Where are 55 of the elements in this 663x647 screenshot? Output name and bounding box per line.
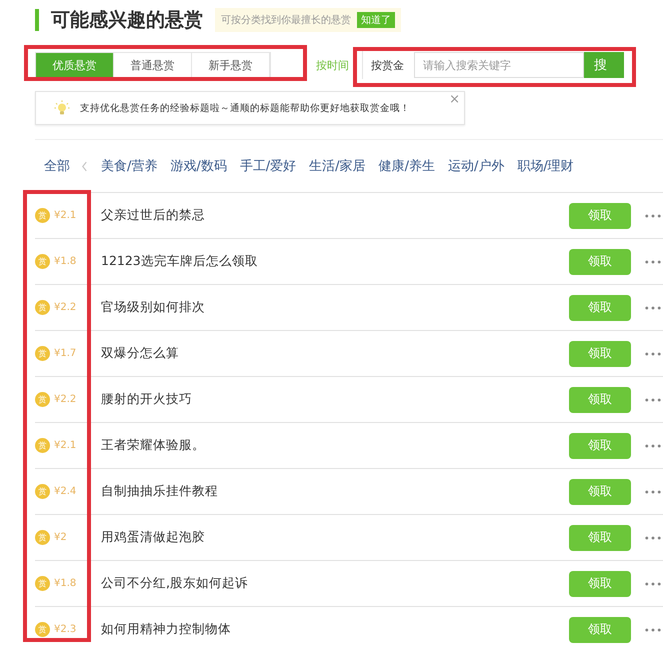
reward-amount: ¥1.8: [54, 256, 76, 267]
reward-amount: ¥2.1: [54, 210, 76, 221]
search-field[interactable]: 请输入搜索关键字: [414, 52, 584, 78]
question-title[interactable]: 父亲过世后的禁忌: [101, 207, 569, 224]
more-icon[interactable]: [645, 582, 661, 586]
category-link[interactable]: 运动/户外: [448, 157, 504, 175]
coin-icon: 赏: [35, 392, 50, 407]
coin-icon: 赏: [35, 254, 50, 269]
category-link[interactable]: 游戏/数码: [170, 157, 227, 175]
more-icon[interactable]: [645, 444, 661, 448]
reward-amount: ¥2.2: [54, 394, 76, 405]
more-icon[interactable]: [645, 306, 661, 310]
category-link[interactable]: 手工/爱好: [240, 157, 296, 175]
reward-amount: ¥2.2: [54, 302, 76, 313]
coin-icon: 赏: [35, 346, 50, 361]
category-link[interactable]: 生活/家居: [309, 157, 366, 175]
more-icon[interactable]: [645, 490, 661, 494]
hint-text: 可按分类找到你最擅长的悬赏: [221, 14, 351, 27]
category-link[interactable]: 职场/理财: [517, 157, 574, 175]
question-title[interactable]: 自制抽抽乐挂件教程: [101, 483, 569, 500]
question-title[interactable]: 用鸡蛋清做起泡胶: [101, 529, 569, 546]
reward-amount: ¥2: [54, 532, 67, 543]
title-accent-bar: [35, 9, 39, 31]
reward-amount: ¥2.3: [54, 624, 76, 635]
category-link[interactable]: 健康/养生: [378, 157, 435, 175]
question-title[interactable]: 公司不分红,股东如何起诉: [101, 575, 569, 592]
category-link[interactable]: 美食/营养: [101, 157, 158, 175]
reward-amount: ¥1.7: [54, 348, 76, 359]
question-title[interactable]: 12123选完车牌后怎么领取: [101, 253, 569, 270]
more-icon[interactable]: [645, 628, 661, 632]
question-title[interactable]: 双爆分怎么算: [101, 345, 569, 362]
question-title[interactable]: 官场级别如何排次: [101, 299, 569, 316]
more-icon[interactable]: [645, 352, 661, 356]
coin-icon: 赏: [35, 484, 50, 499]
reward-amount: ¥1.8: [54, 578, 76, 589]
coin-icon: 赏: [35, 438, 50, 453]
sort-by-reward-label[interactable]: 按赏金: [371, 58, 404, 72]
coin-icon: 赏: [35, 622, 50, 637]
question-title[interactable]: 如何用精神力控制物体: [101, 621, 569, 638]
lightbulb-icon: [54, 100, 70, 116]
section-title: 可能感兴趣的悬赏: [51, 8, 203, 33]
more-icon[interactable]: [645, 536, 661, 540]
coin-icon: 赏: [35, 208, 50, 223]
reward-amount: ¥2.1: [54, 440, 76, 451]
tip-text: 支持优化悬赏任务的经验标题啦～通顺的标题能帮助你更好地获取赏金哦！: [80, 102, 410, 114]
question-title[interactable]: 腰射的开火技巧: [101, 391, 569, 408]
question-title[interactable]: 王者荣耀体验服。: [101, 437, 569, 454]
more-icon[interactable]: [645, 260, 661, 264]
coin-icon: 赏: [35, 530, 50, 545]
coin-icon: 赏: [35, 576, 50, 591]
reward-amount: ¥2.4: [54, 486, 76, 497]
category-link[interactable]: 全部: [44, 157, 70, 175]
coin-icon: 赏: [35, 300, 50, 315]
more-icon[interactable]: [645, 398, 661, 402]
more-icon[interactable]: [645, 214, 661, 218]
